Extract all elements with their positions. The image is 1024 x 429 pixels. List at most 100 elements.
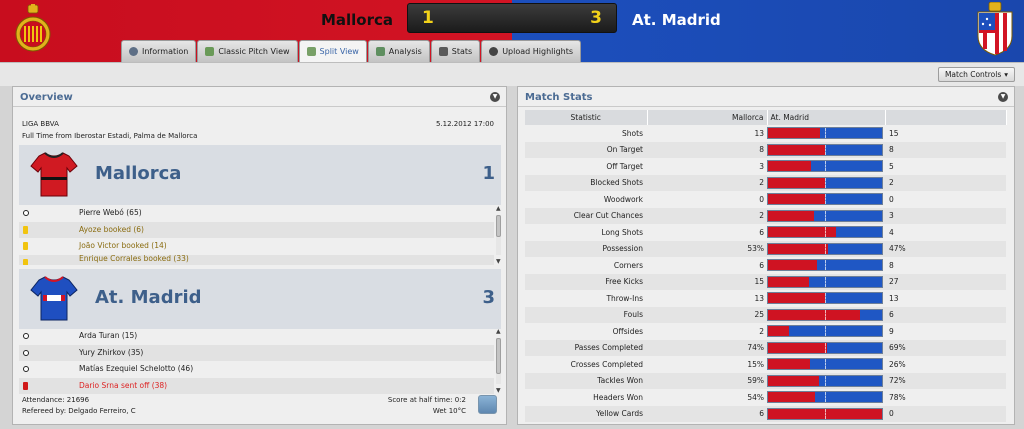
- tab-classic-pitch-view[interactable]: Classic Pitch View: [197, 40, 298, 62]
- table-row: Long Shots 6 4: [525, 224, 1006, 241]
- tab-split-view[interactable]: Split View: [298, 40, 367, 62]
- bar-midline: [825, 359, 826, 370]
- list-item[interactable]: João Victor booked (14): [19, 238, 494, 255]
- split-view-icon: [306, 47, 316, 56]
- tab-upload-highlights[interactable]: Upload Highlights: [481, 40, 582, 62]
- match-date: 5.12.2012 17:00: [435, 120, 494, 128]
- stat-name: Clear Cut Chances: [525, 207, 647, 224]
- stat-comparison-bar: [767, 226, 883, 239]
- info-icon: [129, 47, 138, 56]
- scroll-thumb[interactable]: [496, 215, 501, 237]
- home-stat-value: 54%: [747, 392, 764, 402]
- bar-midline: [825, 293, 826, 304]
- stat-comparison-bar: [767, 292, 883, 305]
- away-stat-value: 0: [889, 194, 894, 204]
- scroll-thumb[interactable]: [496, 338, 501, 374]
- stat-comparison-bar: [767, 391, 883, 404]
- list-item[interactable]: Arda Turan (15): [19, 328, 494, 345]
- stat-bar-cell: [767, 240, 885, 257]
- collapse-icon[interactable]: ▼: [490, 92, 500, 102]
- tab-label: Upload Highlights: [502, 47, 574, 56]
- away-stat-value: 0: [885, 405, 1006, 422]
- stat-bar-cell: [767, 290, 885, 307]
- yellow-card-icon: [23, 258, 28, 265]
- event-text: Matías Ezequiel Schelotto (46): [79, 364, 194, 373]
- home-stat-value: 13: [754, 293, 764, 303]
- analysis-icon: [375, 47, 385, 56]
- home-team-name[interactable]: Mallorca: [250, 11, 393, 29]
- home-share-bar: [768, 375, 820, 386]
- referee-text: Refereed by: Delgado Ferreiro, C: [22, 407, 136, 415]
- home-stat-value: 6: [759, 227, 764, 237]
- home-team-goals: 1: [482, 163, 495, 184]
- table-row: Throw-Ins 13 13: [525, 290, 1006, 307]
- list-item[interactable]: Yury Zhirkov (35): [19, 344, 494, 361]
- away-stat-value: 13: [889, 293, 899, 303]
- away-team-name[interactable]: At. Madrid: [632, 11, 721, 29]
- red-card-icon: [23, 381, 28, 390]
- column-header-home[interactable]: Mallorca: [647, 110, 768, 125]
- collapse-icon[interactable]: ▼: [998, 92, 1008, 102]
- stat-name: Offsides: [612, 326, 643, 336]
- competition-name[interactable]: LIGA BBVA: [22, 120, 59, 128]
- toolbar: Match Controls ▾: [0, 62, 1024, 86]
- away-stat-value: 9: [889, 326, 894, 336]
- list-item[interactable]: Dario Srna sent off (38): [19, 377, 494, 394]
- stat-bar-cell: [767, 339, 885, 356]
- home-share-bar: [768, 227, 837, 238]
- table-row: Clear Cut Chances 2 3: [525, 207, 1006, 224]
- home-events-scrollbar[interactable]: ▲ ▼: [496, 205, 501, 265]
- event-text: Ayoze booked (6): [79, 224, 144, 234]
- bar-midline: [825, 276, 826, 287]
- mallorca-crest-icon: [15, 4, 51, 52]
- list-item[interactable]: Enrique Corrales booked (33): [19, 254, 494, 265]
- away-stat-value: 8: [885, 141, 1006, 158]
- list-item[interactable]: Matías Ezequiel Schelotto (46): [19, 361, 494, 378]
- tab-stats[interactable]: Stats: [430, 40, 481, 62]
- stat-comparison-bar: [767, 308, 883, 321]
- bar-midline: [825, 342, 826, 353]
- table-row: Headers Won 54% 78%: [525, 389, 1006, 406]
- away-stat-value: 3: [885, 207, 1006, 224]
- stat-name: Headers Won: [593, 392, 643, 402]
- table-row: Passes Completed 74% 69%: [525, 339, 1006, 356]
- list-item[interactable]: Ayoze booked (6): [19, 221, 494, 238]
- column-header-statistic[interactable]: Statistic: [525, 110, 648, 125]
- match-controls-dropdown[interactable]: Match Controls ▾: [937, 67, 1015, 82]
- away-events-scrollbar[interactable]: ▲ ▼: [496, 328, 501, 394]
- table-row: On Target 8 8: [525, 141, 1006, 158]
- stat-bar-cell: [767, 207, 885, 224]
- bar-midline: [825, 194, 826, 205]
- stat-bar-cell: [767, 389, 885, 406]
- tab-analysis[interactable]: Analysis: [367, 40, 430, 62]
- scroll-down-icon[interactable]: ▼: [496, 258, 501, 265]
- bar-midline: [825, 177, 826, 188]
- scoreboard: 1 3: [407, 3, 617, 33]
- stat-bar-cell: [767, 174, 885, 191]
- scroll-down-icon[interactable]: ▼: [496, 387, 501, 394]
- home-team-header: Mallorca 1: [19, 145, 501, 205]
- home-team-title[interactable]: Mallorca: [95, 163, 181, 184]
- stat-bar-cell: [767, 158, 885, 175]
- bar-midline: [825, 392, 826, 403]
- column-header-away[interactable]: At. Madrid: [767, 110, 886, 125]
- match-header: Mallorca 1 3 At. Madrid Information Clas…: [0, 0, 1024, 62]
- stat-comparison-bar: [767, 325, 883, 338]
- scroll-up-icon[interactable]: ▲: [496, 205, 501, 212]
- list-item[interactable]: Pierre Webó (65): [19, 205, 494, 222]
- home-stat-value: 2: [759, 326, 764, 336]
- table-row: Yellow Cards 6 0: [525, 405, 1006, 422]
- scroll-up-icon[interactable]: ▲: [496, 328, 501, 335]
- stat-name: Long Shots: [601, 227, 643, 237]
- bar-midline: [825, 128, 826, 139]
- away-stat-value: 27: [885, 273, 1006, 290]
- away-stat-value: 26%: [889, 359, 906, 369]
- table-row: Possession 53% 47%: [525, 240, 1006, 257]
- tab-information[interactable]: Information: [121, 40, 197, 62]
- stats-table: Statistic Mallorca At. Madrid Shots 13 15 O…: [525, 110, 1007, 422]
- event-text: Pierre Webó (65): [79, 208, 142, 217]
- bar-midline: [825, 309, 826, 320]
- stat-comparison-bar: [767, 407, 883, 420]
- chevron-down-icon: ▾: [1004, 70, 1008, 79]
- away-team-title[interactable]: At. Madrid: [95, 287, 202, 308]
